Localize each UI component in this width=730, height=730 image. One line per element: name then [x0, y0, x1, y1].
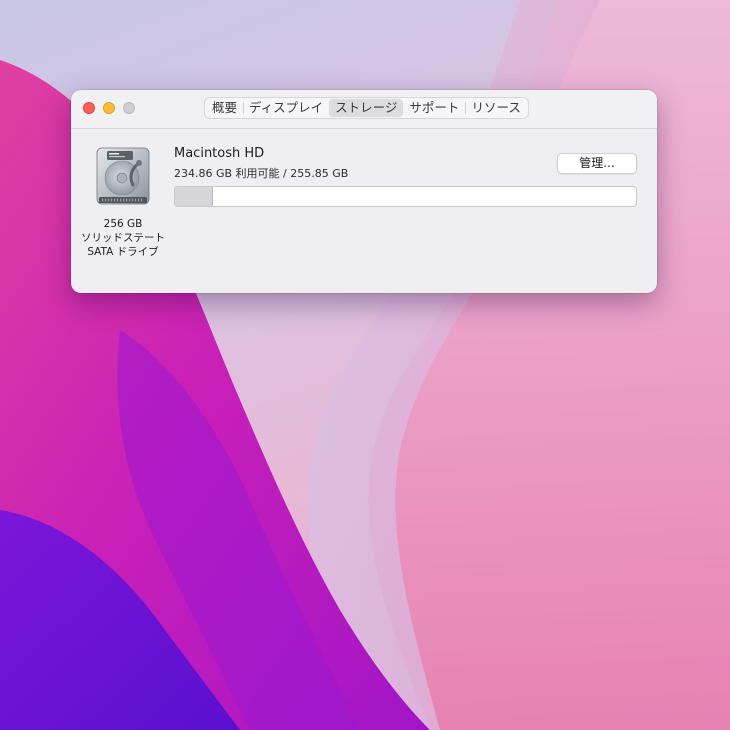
disk-type-label: ソリッドステート: [81, 232, 165, 244]
close-button[interactable]: [83, 102, 95, 114]
tab-overview[interactable]: 概要: [206, 98, 243, 118]
hard-drive-icon: [96, 147, 150, 205]
tab-displays[interactable]: ディスプレイ: [243, 98, 329, 118]
minimize-button[interactable]: [103, 102, 115, 114]
disk-size-label: 256 GB: [103, 218, 143, 230]
disk-interface-label: SATA ドライブ: [87, 246, 159, 258]
tab-bar: 概要 ディスプレイ ストレージ サポート リソース: [204, 97, 529, 119]
about-this-mac-window: 概要 ディスプレイ ストレージ サポート リソース 256 GB ソリッドステー…: [71, 90, 657, 293]
tab-storage[interactable]: ストレージ: [329, 99, 404, 117]
storage-usage-bar: [174, 186, 637, 207]
volume-name: Macintosh HD: [174, 146, 265, 161]
window-titlebar: 概要 ディスプレイ ストレージ サポート リソース: [71, 90, 657, 129]
tab-support[interactable]: サポート: [403, 98, 465, 118]
tab-resources[interactable]: リソース: [465, 98, 526, 118]
zoom-button[interactable]: [123, 102, 135, 114]
manage-button[interactable]: 管理...: [557, 153, 637, 174]
storage-used-segment: [175, 187, 213, 206]
desktop: 概要 ディスプレイ ストレージ サポート リソース 256 GB ソリッドステー…: [0, 0, 730, 730]
volume-capacity: 234.86 GB 利用可能 / 255.85 GB: [174, 167, 349, 180]
disk-caption: 256 GB ソリッドステート SATA ドライブ: [71, 217, 175, 259]
